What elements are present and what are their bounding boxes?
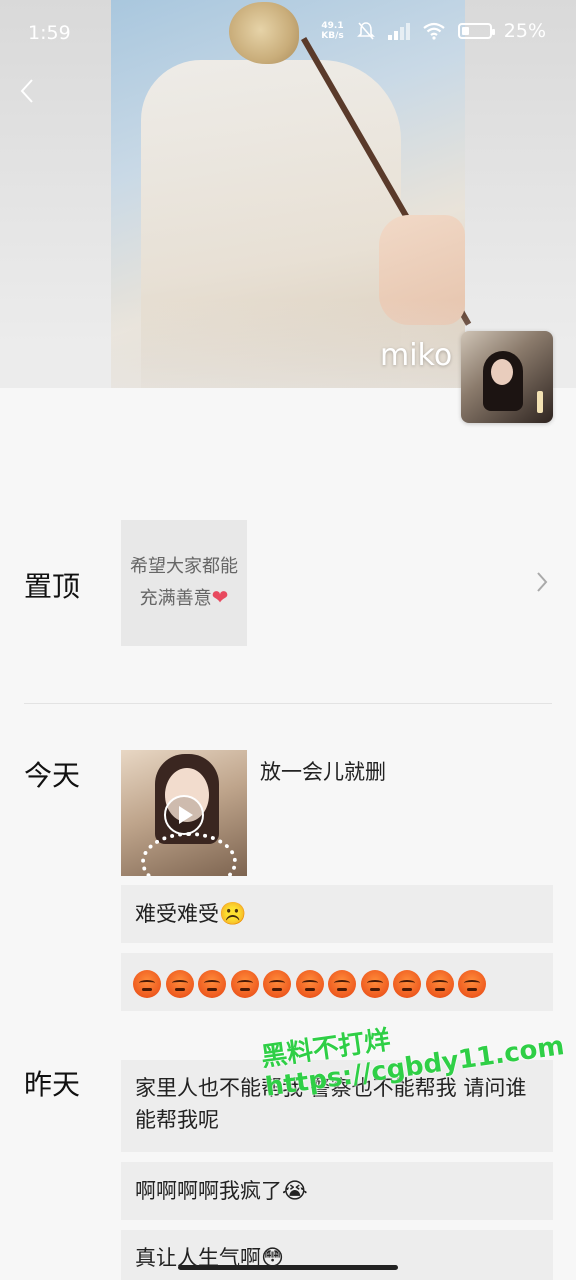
play-icon[interactable] <box>164 795 204 835</box>
angry-emoji-icon <box>198 970 226 998</box>
status-icons: 49.1 KB/s 25% <box>321 20 546 42</box>
post-text: 难受难受 <box>135 902 219 926</box>
angry-emoji-icon <box>393 970 421 998</box>
angry-emoji-icon <box>133 970 161 998</box>
home-indicator[interactable] <box>178 1265 398 1270</box>
post-bubble[interactable]: 真让人生气啊😳 <box>121 1230 553 1280</box>
battery-icon <box>457 23 495 39</box>
post-bubble[interactable]: 啊啊啊啊我疯了😭 <box>121 1162 553 1220</box>
divider <box>24 703 552 704</box>
profile-name: miko <box>380 338 453 373</box>
wifi-icon <box>423 22 445 40</box>
battery-fill <box>461 27 469 35</box>
yesterday-label: 昨天 <box>24 1068 81 1101</box>
angry-emoji-icon <box>328 970 356 998</box>
today-label: 今天 <box>24 759 81 792</box>
post-bubble-angry[interactable] <box>121 953 553 1011</box>
battery-percent: 25% <box>503 20 546 42</box>
angry-emoji-icon <box>425 970 454 998</box>
avatar-candle <box>537 391 543 413</box>
avatar[interactable] <box>461 331 553 423</box>
net-speed-value: 49.1 <box>321 21 344 31</box>
heart-icon: ❤ <box>211 585 229 609</box>
net-speed: 49.1 KB/s <box>321 21 343 41</box>
pinned-post-text: 希望大家都能 充满善意❤ <box>130 552 238 614</box>
back-button[interactable] <box>18 76 42 106</box>
crying-emoji-icon: 😭 <box>282 1179 308 1204</box>
angry-emoji-icon <box>165 970 194 998</box>
angry-emoji-icon <box>230 970 259 998</box>
pinned-label: 置顶 <box>24 570 81 603</box>
angry-emoji-icon <box>295 970 324 998</box>
net-speed-unit: KB/s <box>321 31 344 41</box>
frowning-emoji-icon: ☹️ <box>219 902 247 927</box>
back-arrow-icon <box>20 79 33 103</box>
pinned-post-card[interactable]: 希望大家都能 充满善意❤ <box>121 520 247 646</box>
pinned-text-line2: 充满善意 <box>139 588 212 609</box>
angry-emoji-icon <box>458 970 486 998</box>
angry-emoji-icon <box>360 970 389 998</box>
pinned-text-line1: 希望大家都能 <box>130 556 238 577</box>
post-text: 啊啊啊啊我疯了 <box>135 1179 282 1203</box>
status-time: 1:59 <box>28 22 71 44</box>
status-bar: 1:59 49.1 KB/s 25% <box>0 0 576 68</box>
avatar-face <box>491 359 513 385</box>
signal-icon <box>387 22 410 40</box>
post-bubble[interactable]: 难受难受☹️ <box>121 885 553 943</box>
angry-emoji-icon <box>263 970 291 998</box>
video-caption[interactable]: 放一会儿就删 <box>260 756 386 786</box>
chevron-right-icon[interactable] <box>536 570 548 600</box>
angry-emoji-row <box>133 970 491 998</box>
mute-icon <box>356 22 375 40</box>
